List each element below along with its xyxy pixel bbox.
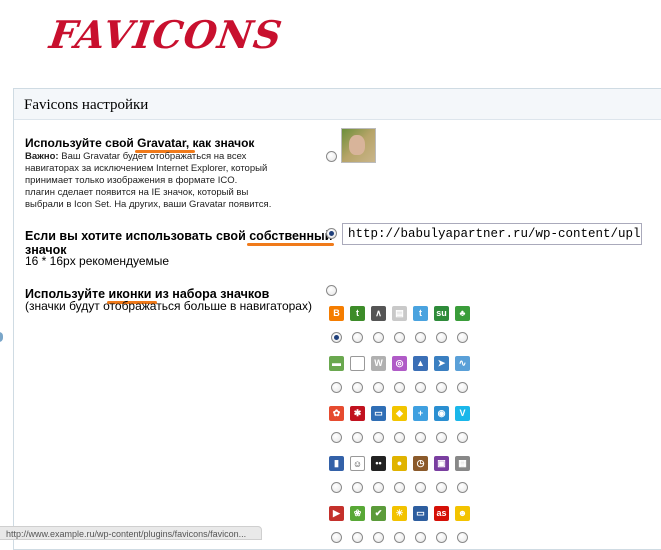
custom-icon-url-input[interactable]: http://babulyapartner.ru/wp-content/uplo… xyxy=(342,223,642,245)
smiley-icon: ☻ xyxy=(455,506,470,521)
twitter-icon: t xyxy=(413,306,428,321)
checkbox-icon: ✔ xyxy=(371,506,386,521)
panel-title: Favicons настройки xyxy=(14,89,661,120)
reddit-icon: ☺ xyxy=(350,456,365,471)
wordpress-icon: W xyxy=(371,356,386,371)
icon-choice-radio[interactable] xyxy=(331,482,342,493)
icon-choice-radio[interactable] xyxy=(457,332,468,343)
posterous-icon: ▤ xyxy=(392,306,407,321)
icon-choice-radio[interactable] xyxy=(415,432,426,443)
icon-choice-radio[interactable] xyxy=(415,482,426,493)
ubuntu-icon: ◎ xyxy=(392,356,407,371)
sun-icon: ☀ xyxy=(392,506,407,521)
favicons-logo: FAVICONS xyxy=(46,12,286,57)
icon-choice-radio[interactable] xyxy=(331,532,342,543)
status-bar: http://www.example.ru/wp-content/plugins… xyxy=(0,526,262,540)
gravatar-option-heading: Используйте свой Gravatar, как значок xyxy=(25,136,255,150)
icon-choice-radio[interactable] xyxy=(331,432,342,443)
icon-choice-radio[interactable] xyxy=(373,382,384,393)
book-icon: ▮ xyxy=(329,456,344,471)
blank-icon xyxy=(350,356,365,371)
camera-icon: ▦ xyxy=(455,456,470,471)
icon-choice-radio[interactable] xyxy=(415,332,426,343)
coin-icon: ● xyxy=(392,456,407,471)
icon-choice-radio[interactable] xyxy=(373,482,384,493)
icon-choice-radio[interactable] xyxy=(394,382,405,393)
icon-choice-radio[interactable] xyxy=(352,382,363,393)
blogger-icon: B xyxy=(329,306,344,321)
icon-choice-radio[interactable] xyxy=(415,532,426,543)
icon-choice-radio[interactable] xyxy=(457,532,468,543)
tree-icon: ♣ xyxy=(455,306,470,321)
icon-choice-radio[interactable] xyxy=(415,382,426,393)
iconset-radio[interactable] xyxy=(326,285,337,296)
icon-choice-radio[interactable] xyxy=(373,332,384,343)
icon-choice-radio[interactable] xyxy=(457,382,468,393)
gravatar-avatar xyxy=(341,128,376,163)
target-icon: ◉ xyxy=(434,406,449,421)
gravatar-note: Важно: Ваш Gravatar будет отображаться н… xyxy=(25,151,272,210)
stumbleupon-icon: su xyxy=(434,306,449,321)
icon-choice-radio[interactable] xyxy=(331,332,342,343)
activity-icon: ∿ xyxy=(455,356,470,371)
custom-size-hint: 16 * 16px рекомендуемые xyxy=(25,254,170,268)
bebo-icon: ∧ xyxy=(371,306,386,321)
gravatar-radio[interactable] xyxy=(326,151,337,162)
yahoo-messenger-icon: ◆ xyxy=(392,406,407,421)
icon-choice-radio[interactable] xyxy=(457,432,468,443)
icon-choice-radio[interactable] xyxy=(436,532,447,543)
icon-choice-radio[interactable] xyxy=(352,532,363,543)
youtube-icon: ▶ xyxy=(329,506,344,521)
icon-choice-radio[interactable] xyxy=(394,332,405,343)
icon-choice-radio[interactable] xyxy=(373,532,384,543)
lastfm-icon: as xyxy=(434,506,449,521)
icon-choice-radio[interactable] xyxy=(394,532,405,543)
landscape-icon: ▬ xyxy=(329,356,344,371)
brightkite-icon: t xyxy=(350,306,365,321)
icon-choice-radio[interactable] xyxy=(394,482,405,493)
plus-icon: + xyxy=(413,406,428,421)
icon-choice-radio[interactable] xyxy=(352,482,363,493)
screen-icon: ▭ xyxy=(413,506,428,521)
leaf-icon: ❀ xyxy=(350,506,365,521)
custom-option-heading: Если вы хотите использовать свой собстве… xyxy=(25,229,333,257)
bird-icon: ▲ xyxy=(413,356,428,371)
tv-icon: ▣ xyxy=(434,456,449,471)
picasa-icon: ✿ xyxy=(329,406,344,421)
left-edge-marker xyxy=(0,332,3,342)
icon-choice-radio[interactable] xyxy=(394,432,405,443)
icon-choice-radio[interactable] xyxy=(352,332,363,343)
icon-choice-radio[interactable] xyxy=(331,382,342,393)
clock-icon: ◷ xyxy=(413,456,428,471)
icon-choice-radio[interactable] xyxy=(436,432,447,443)
iconset-subtext: (значки будут отображаться больше в нави… xyxy=(25,299,312,313)
flickr-icon: •• xyxy=(371,456,386,471)
vimeo-icon: V xyxy=(455,406,470,421)
icon-choice-radio[interactable] xyxy=(436,332,447,343)
twitter-bird-icon: ➤ xyxy=(434,356,449,371)
debian-icon: ✱ xyxy=(350,406,365,421)
custom-icon-radio[interactable] xyxy=(326,228,337,239)
icon-choice-radio[interactable] xyxy=(352,432,363,443)
icon-choice-radio[interactable] xyxy=(457,482,468,493)
monitor-icon: ▭ xyxy=(371,406,386,421)
icon-choice-radio[interactable] xyxy=(436,382,447,393)
icon-choice-radio[interactable] xyxy=(373,432,384,443)
gravatar-underline: Gravatar, xyxy=(137,136,193,150)
icon-choice-radio[interactable] xyxy=(436,482,447,493)
custom-underline: собственный xyxy=(249,229,333,243)
